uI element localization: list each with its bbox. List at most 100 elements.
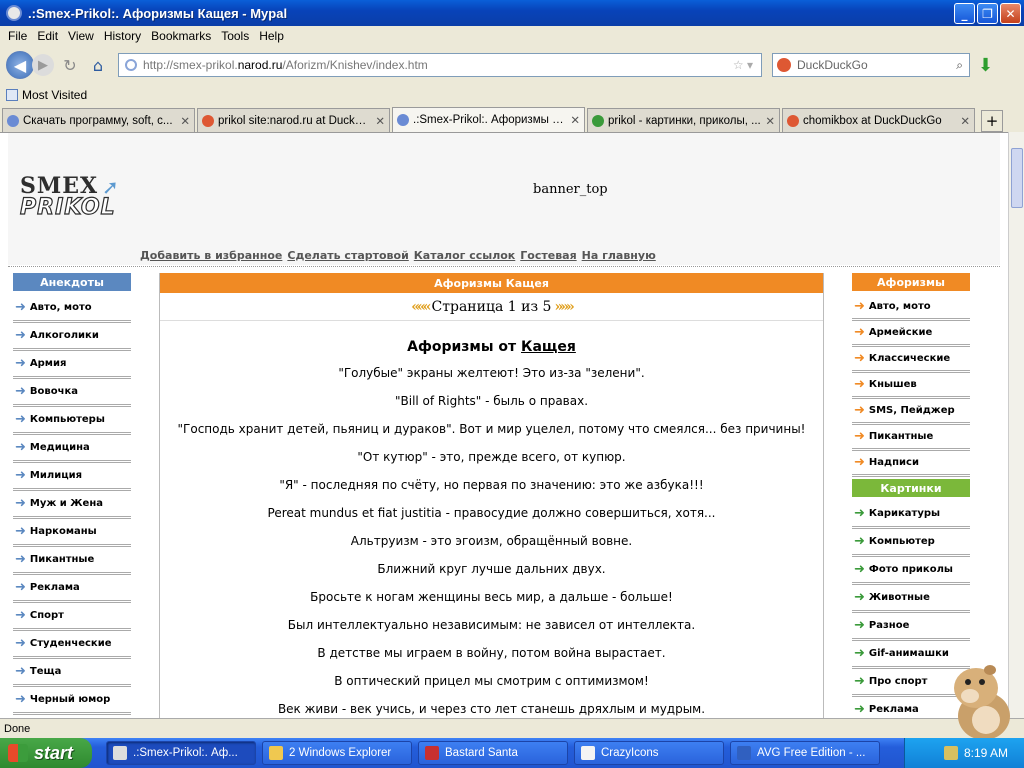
tab-close-icon[interactable]: ✕	[960, 114, 970, 128]
back-arrow-icon: ◀	[13, 55, 27, 75]
left-sidebar-item[interactable]: ➜ Авто, мото	[13, 295, 131, 323]
pager: ««« Страница 1 из 5 »»»	[160, 293, 823, 321]
task-mypal[interactable]: .:Smex-Prikol:. Аф...	[106, 741, 256, 765]
close-button[interactable]: ✕	[1000, 3, 1021, 24]
task-avg[interactable]: AVG Free Edition - ...	[730, 741, 880, 765]
left-sidebar-item[interactable]: ➜ Милиция	[13, 463, 131, 491]
pictures-category-item[interactable]: ➜ Карикатуры	[852, 501, 970, 529]
aphorisms-category-item[interactable]: ➜ SMS, Пейджер	[852, 399, 970, 425]
arrow-icon: ➜	[15, 636, 26, 651]
pictures-category-item[interactable]: ➜ Компьютер	[852, 529, 970, 557]
left-sidebar-item[interactable]: ➜ Черный юмор	[13, 687, 131, 715]
left-sidebar-item[interactable]: ➜ Вовочка	[13, 379, 131, 407]
left-sidebar-item-label: Спорт	[29, 610, 64, 621]
right-sidebar-heading-pictures: Картинки	[852, 479, 970, 497]
maximize-button[interactable]: ❐	[977, 3, 998, 24]
reload-button[interactable]: ↻	[58, 51, 82, 79]
arrow-icon: ➜	[854, 590, 865, 605]
menu-help[interactable]: Help	[254, 29, 289, 43]
pictures-category-item-label: Разное	[868, 620, 910, 631]
tab-close-icon[interactable]: ✕	[765, 114, 775, 128]
tab-close-icon[interactable]: ✕	[375, 114, 385, 128]
aphorisms-category-item[interactable]: ➜ Авто, мото	[852, 295, 970, 321]
aphorisms-category-item[interactable]: ➜ Надписи	[852, 451, 970, 477]
new-tab-button[interactable]: +	[981, 110, 1003, 132]
aphorisms-category-item-label: Пикантные	[868, 431, 934, 442]
santa-icon	[425, 746, 439, 760]
menu-bar: File Edit View History Bookmarks Tools H…	[0, 26, 1024, 46]
content-title: Афоризмы от Кащея	[160, 339, 823, 355]
left-sidebar-item[interactable]: ➜ Наркоманы	[13, 519, 131, 547]
vertical-scrollbar[interactable]	[1008, 132, 1024, 718]
start-button[interactable]: start	[0, 738, 92, 768]
search-box[interactable]: DuckDuckGo ⌕	[772, 53, 970, 77]
menu-edit[interactable]: Edit	[32, 29, 63, 43]
tab-favicon-icon	[397, 114, 409, 126]
task-bastard-santa[interactable]: Bastard Santa	[418, 741, 568, 765]
bookmarks-toolbar: Most Visited	[0, 84, 1024, 106]
site-logo[interactable]: SMEX PRIKOL ➚	[19, 173, 118, 221]
tab-3-active[interactable]: .:Smex-Prikol:. Афоризмы Ка... ✕	[392, 107, 585, 132]
left-sidebar-item[interactable]: ➜ Пикантные	[13, 547, 131, 575]
pictures-category-item[interactable]: ➜ Фото приколы	[852, 557, 970, 585]
pager-next-icon[interactable]: »»»	[554, 299, 574, 315]
tab-2[interactable]: prikol site:narod.ru at DuckD... ✕	[197, 108, 390, 132]
menu-tools[interactable]: Tools	[216, 29, 254, 43]
aphorisms-category-item[interactable]: ➜ Кнышев	[852, 373, 970, 399]
avg-icon	[737, 746, 751, 760]
menu-view[interactable]: View	[63, 29, 99, 43]
tab-4[interactable]: prikol - картинки, приколы, ... ✕	[587, 108, 780, 132]
link-home[interactable]: На главную	[582, 249, 656, 262]
arrow-icon: ➜	[15, 664, 26, 679]
aphorisms-category-item-label: Надписи	[868, 457, 919, 468]
bookmark-star-icon[interactable]: ☆ ▾	[733, 58, 753, 72]
task-windows-explorer[interactable]: 2 Windows Explorer	[262, 741, 412, 765]
arrow-icon: ➜	[854, 674, 865, 689]
tab-1[interactable]: Скачать программу, soft, c... ✕	[2, 108, 195, 132]
arrow-icon: ➜	[15, 552, 26, 567]
pager-prev-icon[interactable]: «««	[411, 299, 431, 315]
pager-text: Страница 1 из 5	[431, 298, 552, 315]
left-sidebar-item[interactable]: ➜ Теща	[13, 659, 131, 687]
author-link[interactable]: Кащея	[521, 339, 576, 355]
menu-file[interactable]: File	[3, 29, 32, 43]
download-icon[interactable]: ⬇	[978, 55, 993, 76]
link-add-favorites[interactable]: Добавить в избранное	[140, 249, 282, 262]
most-visited-bookmark[interactable]: Most Visited	[22, 88, 87, 102]
arrow-icon: ➜	[854, 351, 865, 366]
menu-history[interactable]: History	[99, 29, 146, 43]
pictures-category-item[interactable]: ➜ Животные	[852, 585, 970, 613]
forward-button[interactable]: ▶	[32, 54, 54, 76]
aphorisms-category-item[interactable]: ➜ Классические	[852, 347, 970, 373]
aphorism-item: "От кутюр" - это, прежде всего, от купюр…	[357, 450, 626, 464]
link-make-start[interactable]: Сделать стартовой	[287, 249, 408, 262]
home-button[interactable]: ⌂	[86, 51, 110, 79]
scrollbar-thumb[interactable]	[1011, 148, 1023, 208]
pictures-category-item[interactable]: ➜ Разное	[852, 613, 970, 641]
aphorisms-category-item[interactable]: ➜ Армейские	[852, 321, 970, 347]
link-guestbook[interactable]: Гостевая	[520, 249, 576, 262]
tab-close-icon[interactable]: ✕	[570, 113, 580, 127]
tray-icon[interactable]	[943, 746, 958, 760]
tab-close-icon[interactable]: ✕	[180, 114, 190, 128]
left-sidebar-item[interactable]: ➜ Армия	[13, 351, 131, 379]
left-sidebar-item[interactable]: ➜ Студенческие	[13, 631, 131, 659]
back-button[interactable]: ◀	[6, 51, 34, 79]
left-sidebar-item[interactable]: ➜ Компьютеры	[13, 407, 131, 435]
minimize-button[interactable]: _	[954, 3, 975, 24]
left-sidebar-item[interactable]: ➜ Медицина	[13, 435, 131, 463]
search-icon[interactable]: ⌕	[956, 58, 963, 73]
tab-5[interactable]: chomikbox at DuckDuckGo ✕	[782, 108, 975, 132]
top-links: Добавить в избранное Сделать стартовой К…	[140, 249, 656, 262]
left-sidebar-item[interactable]: ➜ Алкоголики	[13, 323, 131, 351]
left-sidebar-item[interactable]: ➜ Реклама	[13, 575, 131, 603]
url-bar[interactable]: http://smex-prikol. narod.ru/Aforizm/Knis…	[118, 53, 762, 77]
link-catalog[interactable]: Каталог ссылок	[414, 249, 515, 262]
left-sidebar-item[interactable]: ➜ Муж и Жена	[13, 491, 131, 519]
task-crazyicons[interactable]: CrazyIcons	[574, 741, 724, 765]
menu-bookmarks[interactable]: Bookmarks	[146, 29, 216, 43]
left-sidebar-item[interactable]: ➜ Спорт	[13, 603, 131, 631]
aphorisms-category-item[interactable]: ➜ Пикантные	[852, 425, 970, 451]
arrow-icon: ➜	[15, 468, 26, 483]
title-bar[interactable]: .:Smex-Prikol:. Афоризмы Кащея - Mypal _…	[0, 0, 1024, 26]
